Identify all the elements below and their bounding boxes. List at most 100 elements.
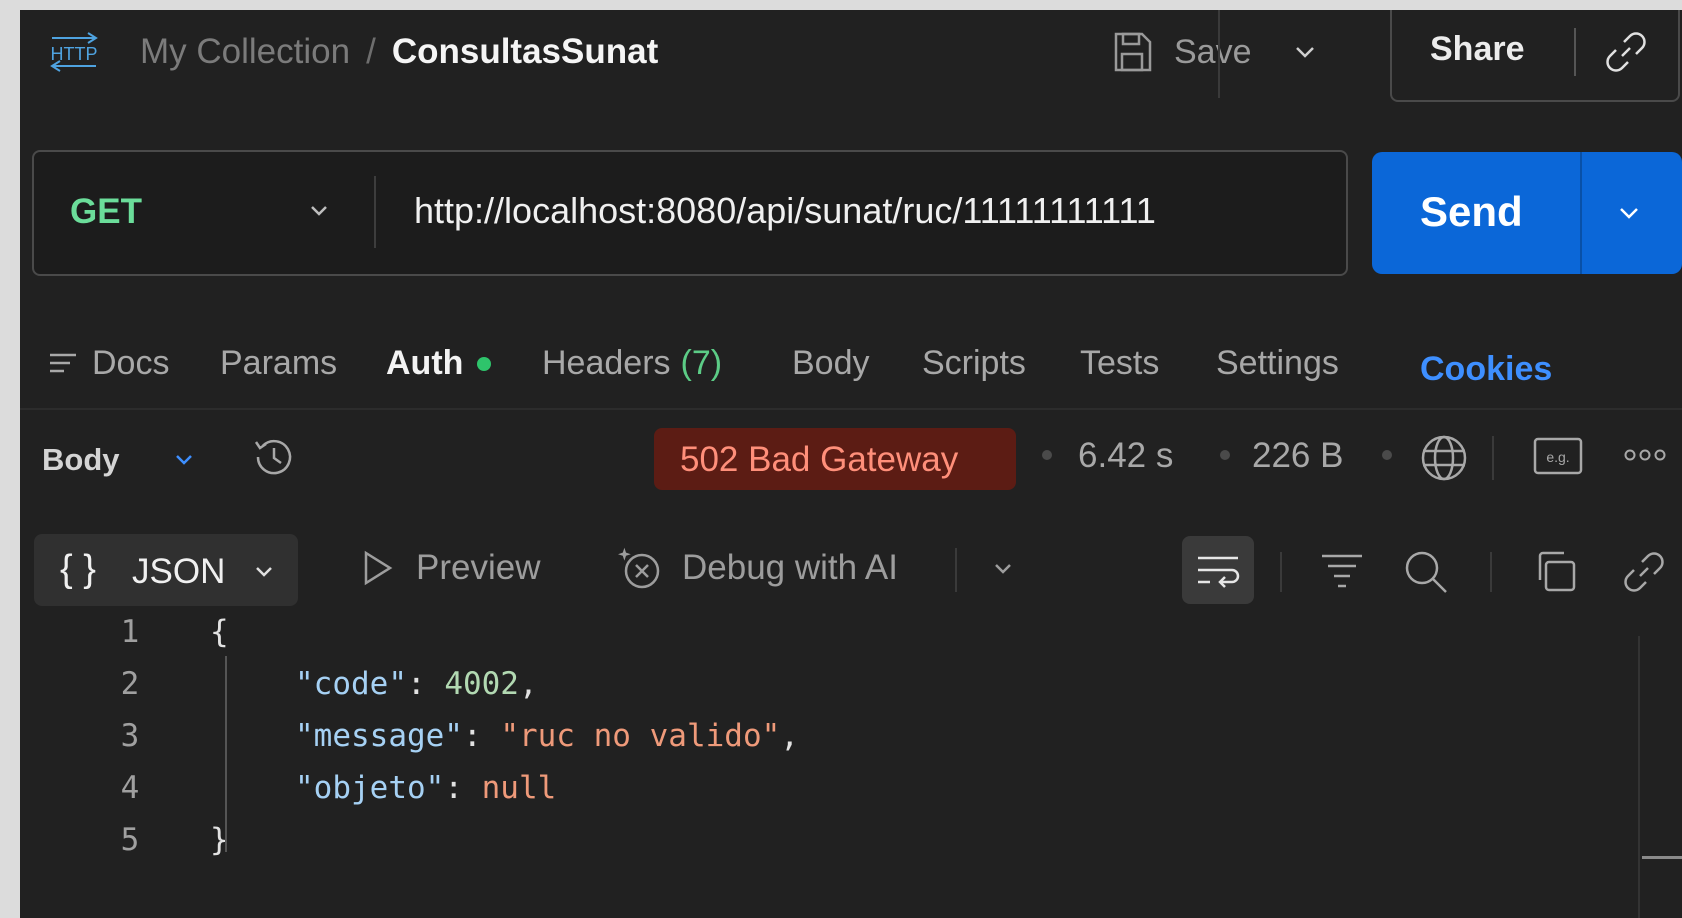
breadcrumb-request-name[interactable]: ConsultasSunat (392, 32, 658, 72)
toolbar-divider (1280, 552, 1282, 592)
breadcrumb-separator: / (366, 32, 376, 71)
tab-body[interactable]: Body (792, 344, 870, 383)
tab-docs-label: Docs (92, 344, 170, 382)
share-divider (1574, 28, 1576, 76)
url-input[interactable]: http://localhost:8080/api/sunat/ruc/1111… (414, 190, 1156, 232)
json-key: "objeto" (295, 770, 445, 806)
debug-divider (955, 548, 957, 592)
preview-button[interactable]: Preview (360, 544, 540, 592)
response-body-chevron-down-icon[interactable] (168, 444, 200, 476)
header-divider (1218, 10, 1220, 98)
ai-debug-icon (618, 547, 660, 589)
cookies-label: Cookies (1420, 350, 1553, 388)
tab-params[interactable]: Params (220, 344, 337, 383)
debug-with-ai-button[interactable]: Debug with AI (616, 542, 898, 594)
code-scrollbar-track[interactable] (1638, 636, 1640, 918)
json-string-value: "ruc no valido" (500, 718, 781, 754)
debug-label: Debug with AI (682, 548, 898, 587)
code-open-brace: { (210, 614, 229, 650)
json-number-value: 4002 (444, 666, 519, 702)
code-entry-code: "code": 4002, (295, 666, 538, 702)
code-entry-objeto: "objeto": null (295, 770, 556, 806)
globe-icon[interactable] (1418, 432, 1470, 484)
tab-settings[interactable]: Settings (1216, 344, 1339, 383)
format-json-select[interactable]: { } JSON (34, 534, 298, 606)
docs-lines-icon (50, 353, 76, 372)
request-header: HTTP My Collection / ConsultasSunat Save… (20, 10, 1682, 120)
status-badge[interactable]: 502 Bad Gateway (654, 428, 1016, 490)
json-colon: : (444, 770, 482, 806)
tab-headers-count: (7) (680, 344, 723, 382)
copy-icon[interactable] (1532, 548, 1580, 596)
response-size[interactable]: 226 B (1252, 436, 1343, 476)
line-number: 3 (120, 718, 140, 754)
response-viewer-toolbar: { } JSON Preview Debug with AI (20, 518, 1682, 606)
preview-label: Preview (416, 548, 541, 587)
response-body-select[interactable]: Body (42, 442, 120, 478)
app-window: HTTP My Collection / ConsultasSunat Save… (20, 10, 1682, 918)
wrap-lines-icon (1198, 556, 1240, 588)
save-options-chevron-down-icon[interactable] (1285, 32, 1325, 72)
json-colon: : (406, 666, 445, 702)
code-scrollbar-thumb[interactable] (1642, 856, 1682, 859)
play-icon (364, 550, 393, 586)
filter-icon[interactable] (1318, 548, 1366, 592)
json-key: "code" (295, 666, 407, 702)
save-icon (1114, 32, 1152, 72)
toolbar-divider (1492, 436, 1494, 480)
http-method-select[interactable]: GET (70, 192, 142, 232)
meta-separator (1042, 450, 1052, 460)
line-number: 1 (120, 614, 140, 650)
meta-separator (1382, 450, 1392, 460)
history-icon[interactable] (248, 432, 298, 482)
json-null-value: null (481, 770, 557, 806)
response-status-bar: Body 502 Bad Gateway 6.42 s 226 B e.g. (20, 410, 1682, 510)
more-options-icon[interactable] (1620, 440, 1670, 470)
link-icon[interactable] (1620, 548, 1668, 596)
http-request-icon: HTTP (50, 32, 98, 72)
word-wrap-toggle[interactable] (1182, 536, 1254, 604)
breadcrumb-collection[interactable]: My Collection (140, 32, 350, 72)
tab-scripts[interactable]: Scripts (922, 344, 1026, 383)
send-button[interactable]: Send (1372, 152, 1682, 274)
tab-headers[interactable]: Headers (7) (542, 344, 722, 383)
tab-tests[interactable]: Tests (1080, 344, 1159, 383)
svg-text:HTTP: HTTP (51, 44, 98, 64)
tab-auth[interactable]: Auth (386, 344, 492, 383)
format-label: JSON (132, 552, 226, 591)
response-code-view[interactable]: 1 { 2 "code": 4002, 3 "message": "ruc no… (20, 610, 1682, 918)
cookies-link[interactable]: Cookies (1420, 350, 1552, 389)
tab-settings-label: Settings (1216, 344, 1339, 382)
debug-chevron-down-icon[interactable] (986, 552, 1020, 586)
json-braces-icon: { } (60, 548, 96, 590)
tab-docs[interactable]: Docs (46, 344, 169, 383)
method-chevron-down-icon[interactable] (302, 194, 336, 228)
line-number: 4 (120, 770, 140, 806)
breadcrumb: My Collection / ConsultasSunat (140, 30, 658, 74)
search-icon[interactable] (1402, 548, 1450, 596)
tab-params-label: Params (220, 344, 338, 382)
copy-link-icon[interactable] (1602, 28, 1650, 76)
status-text: 502 Bad Gateway (680, 440, 959, 479)
send-options-chevron-down-icon[interactable] (1610, 194, 1648, 232)
meta-separator (1220, 450, 1230, 460)
url-bar: GET http://localhost:8080/api/sunat/ruc/… (32, 150, 1348, 276)
json-key: "message" (295, 718, 463, 754)
tab-scripts-label: Scripts (922, 344, 1026, 382)
request-tabs: Docs Params Auth Headers (7) Body Script… (20, 310, 1682, 410)
share-group: Share (1390, 10, 1680, 102)
share-button[interactable]: Share (1430, 30, 1525, 69)
tab-headers-label: Headers (542, 344, 671, 382)
response-time[interactable]: 6.42 s (1078, 436, 1173, 476)
save-button[interactable]: Save (1110, 24, 1252, 80)
tab-tests-label: Tests (1080, 344, 1160, 382)
json-comma: , (518, 666, 538, 702)
json-colon: : (462, 718, 501, 754)
tab-body-label: Body (792, 344, 870, 382)
toolbar-divider (1490, 552, 1492, 592)
save-label: Save (1174, 32, 1252, 71)
auth-status-dot (477, 356, 492, 371)
example-icon[interactable]: e.g. (1532, 436, 1584, 476)
json-comma: , (780, 718, 799, 754)
line-number: 2 (120, 666, 140, 702)
